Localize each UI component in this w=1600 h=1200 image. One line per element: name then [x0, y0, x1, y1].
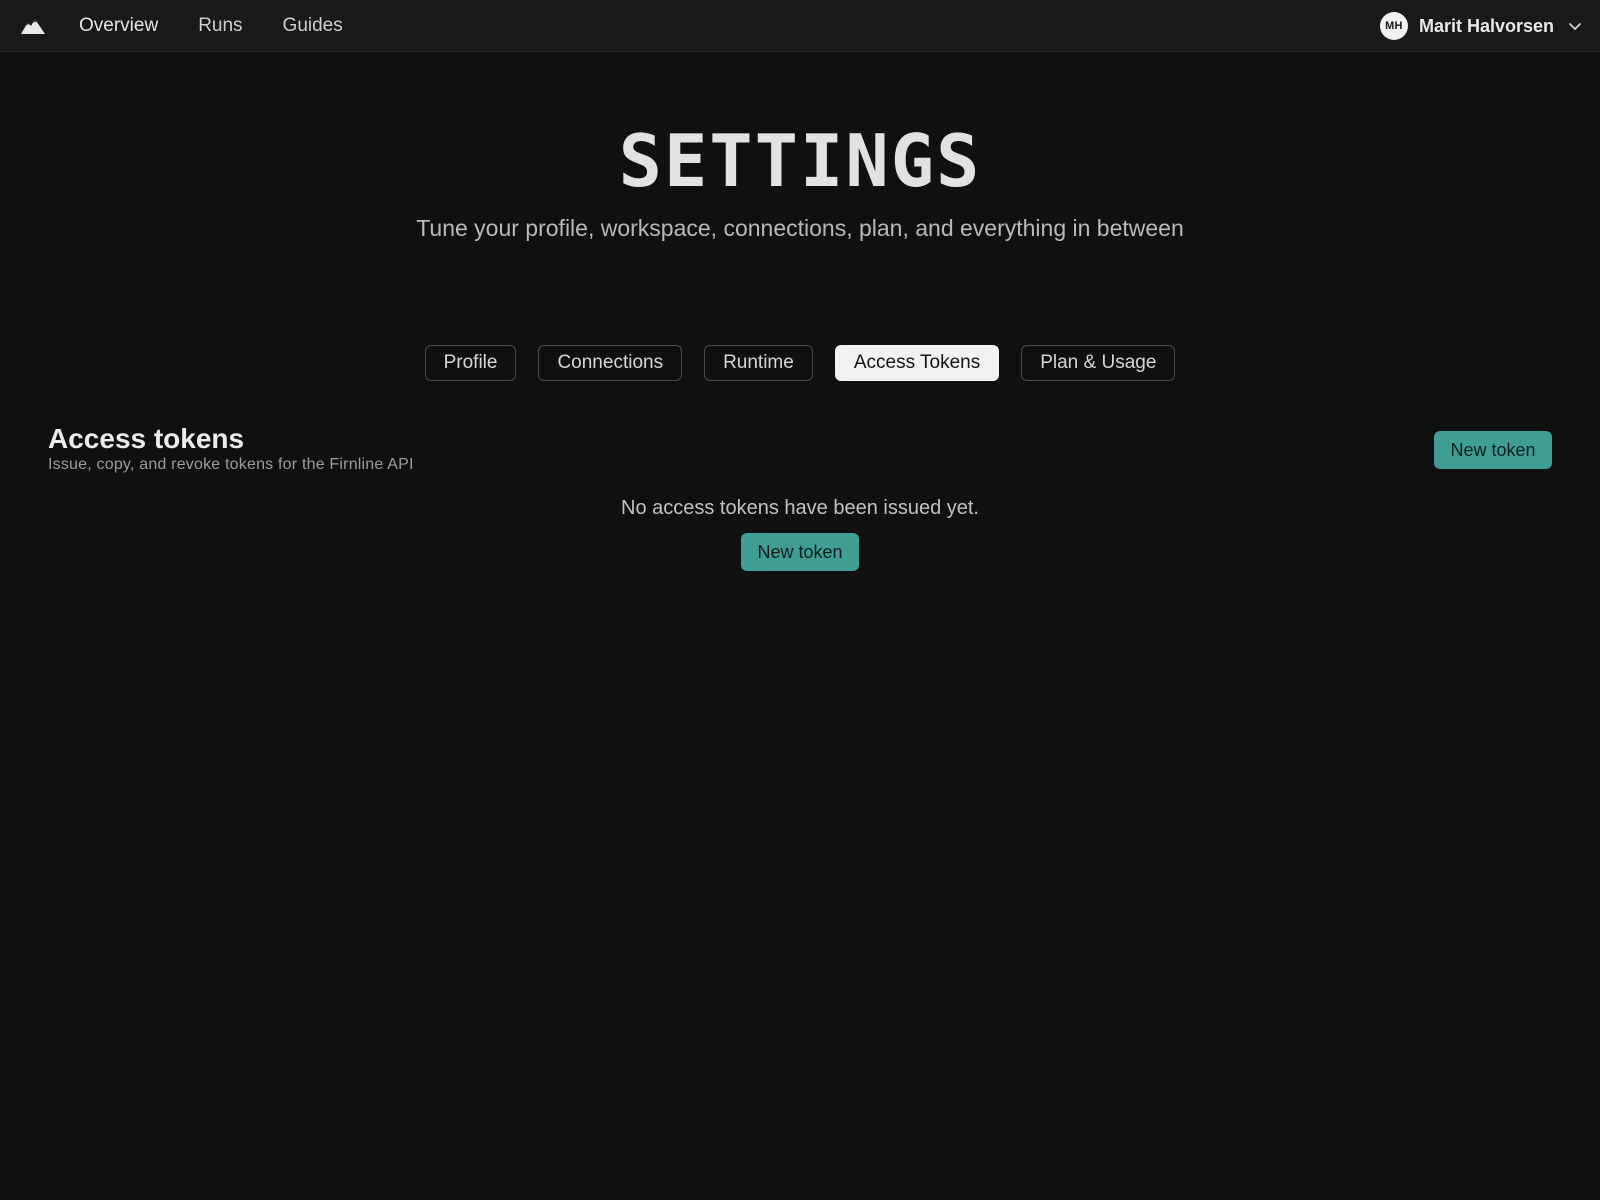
nav-item-guides[interactable]: Guides	[283, 0, 343, 52]
tab-runtime[interactable]: Runtime	[704, 345, 813, 381]
empty-state-new-token-button[interactable]: New token	[741, 533, 859, 571]
avatar: MH	[1379, 12, 1408, 40]
nav-item-overview[interactable]: Overview	[79, 0, 158, 52]
user-name: Marit Halvorsen	[1418, 15, 1554, 36]
tab-connections[interactable]: Connections	[538, 345, 683, 381]
page-subtitle: Tune your profile, workspace, connection…	[416, 215, 1184, 241]
chevron-down-icon[interactable]	[1568, 21, 1582, 31]
user-menu[interactable]: MH Marit Halvorsen	[1379, 0, 1582, 52]
new-token-button[interactable]: New token	[1434, 431, 1552, 469]
empty-state-message: No access tokens have been issued yet.	[621, 497, 979, 519]
main-nav: Overview Runs Guides	[79, 0, 383, 52]
tab-access-tokens[interactable]: Access Tokens	[834, 345, 1000, 381]
nav-item-runs[interactable]: Runs	[198, 0, 242, 52]
section-description: Issue, copy, and revoke tokens for the F…	[48, 456, 414, 473]
tab-plan-usage[interactable]: Plan & Usage	[1021, 345, 1176, 381]
top-navigation-bar: Overview Runs Guides MH Marit Halvorsen	[0, 0, 1600, 52]
tab-profile[interactable]: Profile	[424, 345, 517, 381]
page-title: SETTINGS	[618, 119, 982, 203]
mountain-logo-icon[interactable]	[20, 16, 46, 36]
settings-tabs: Profile Connections Runtime Access Token…	[0, 345, 1600, 381]
section-title: Access tokens	[48, 423, 245, 454]
